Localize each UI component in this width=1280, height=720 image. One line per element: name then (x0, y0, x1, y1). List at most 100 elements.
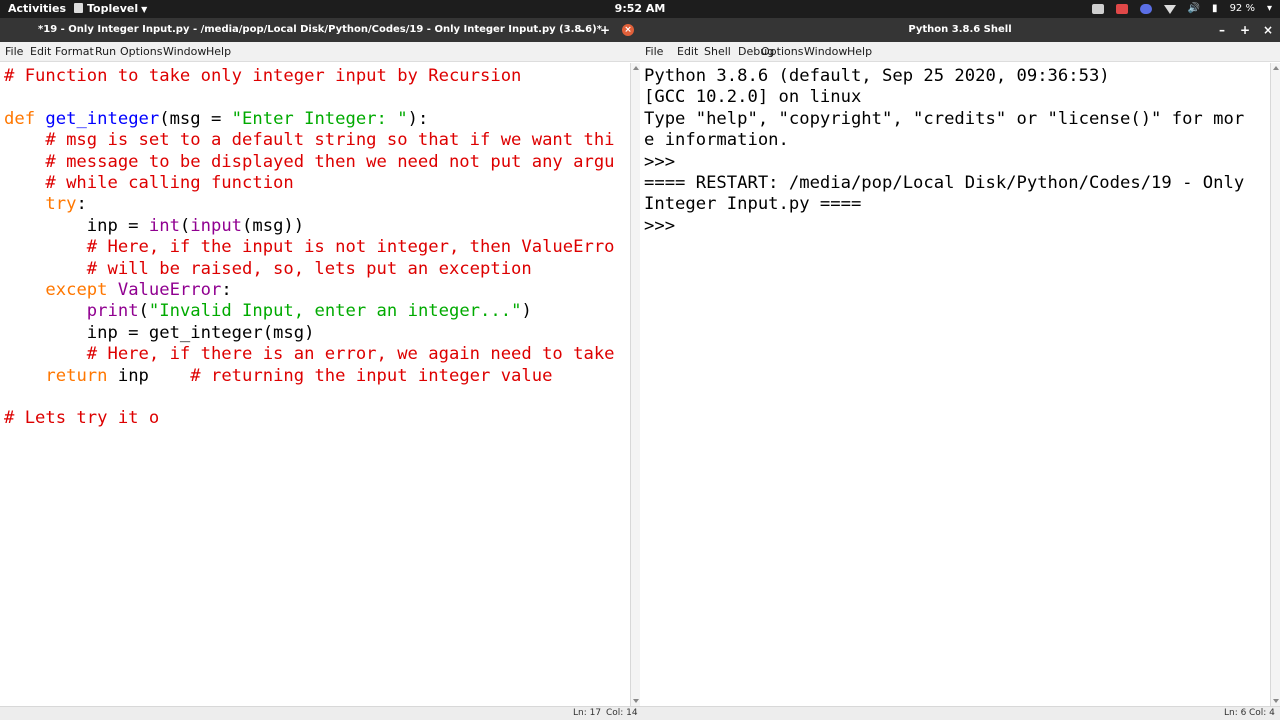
maximize-icon[interactable]: + (595, 18, 615, 42)
scroll-up-icon[interactable] (633, 66, 639, 70)
scroll-down-icon[interactable] (633, 699, 639, 703)
code-token: # returning the input integer value (190, 365, 553, 386)
close-icon[interactable]: × (1258, 18, 1278, 42)
clock[interactable]: 9:52 AM (0, 0, 1280, 18)
menu-file[interactable]: File (645, 42, 663, 62)
code-token: inp (117, 365, 191, 386)
code-line: return inp # returning the input integer… (4, 365, 552, 387)
code-line: # Here, if there is an error, we again n… (4, 343, 615, 365)
shell-title: Python 3.8.6 Shell (908, 24, 1012, 35)
editor-text-area[interactable]: # Function to take only integer input by… (0, 63, 630, 706)
code-token: ) (521, 301, 532, 322)
menu-shell[interactable]: Shell (704, 42, 731, 62)
code-line: Type "help", "copyright", "credits" or "… (644, 108, 1244, 130)
code-token: [GCC 10.2.0] on linux (644, 87, 862, 108)
menu-edit[interactable]: Edit (677, 42, 698, 62)
code-line: # while calling function (4, 172, 293, 194)
code-token: # Here, if the input is not integer, the… (4, 237, 615, 258)
shell-menubar: File Edit Shell Debug Options Window Help (640, 42, 1280, 62)
code-token: (msg)) (242, 215, 305, 236)
shell-text-area[interactable]: Python 3.8.6 (default, Sep 25 2020, 09:3… (640, 63, 1270, 706)
minimize-icon[interactable]: – (572, 18, 592, 42)
code-line: print("Invalid Input, enter an integer..… (4, 300, 532, 322)
code-token: try (45, 194, 77, 215)
extension-icon[interactable] (1139, 4, 1152, 14)
menu-window[interactable]: Window (804, 42, 847, 62)
code-line: >>> (644, 151, 685, 173)
code-token: # Function to take only integer input by… (4, 66, 522, 86)
battery-icon[interactable]: ▮ (1212, 0, 1218, 18)
shell-window: Python 3.8.6 Shell – + × File Edit Shell De… (640, 18, 1280, 720)
menu-window[interactable]: Window (163, 42, 206, 62)
menu-format[interactable]: Format (55, 42, 94, 62)
code-token: Integer Input.py ==== (644, 194, 862, 215)
code-token: inp = get_integer(msg) (4, 322, 315, 343)
code-line: >>> (644, 215, 685, 237)
code-token: # message to be displayed then we need n… (4, 151, 615, 172)
code-token: inp = (4, 215, 149, 236)
code-token: >>> (644, 151, 686, 172)
shell-titlebar[interactable]: Python 3.8.6 Shell – + × (640, 18, 1280, 42)
code-line: # Lets try it o (4, 407, 159, 429)
volume-icon[interactable]: 🔊 (1188, 0, 1200, 18)
code-token: input (190, 215, 243, 236)
screen-icon[interactable] (1091, 4, 1104, 14)
code-line: inp = get_integer(msg) (4, 322, 315, 344)
code-token: Python 3.8.6 (default, Sep 25 2020, 09:3… (644, 66, 1110, 86)
menu-run[interactable]: Run (95, 42, 116, 62)
code-token: ): (407, 108, 429, 129)
code-line: # Here, if the input is not integer, the… (4, 236, 615, 258)
code-token: ValueError (117, 280, 222, 300)
scroll-down-icon[interactable] (1273, 699, 1279, 703)
shell-scrollbar[interactable] (1270, 63, 1280, 706)
menu-file[interactable]: File (5, 42, 23, 62)
menu-help[interactable]: Help (847, 42, 872, 62)
code-token: (msg = (159, 108, 232, 129)
code-token: # msg is set to a default string so that… (4, 130, 615, 151)
code-token: print (86, 301, 139, 322)
menu-options[interactable]: Options (761, 42, 803, 62)
code-token: "Invalid Input, enter an integer..." (148, 301, 522, 322)
code-token: >>> (644, 215, 686, 236)
editor-title: *19 - Only Integer Input.py - /media/pop… (38, 24, 602, 35)
power-menu-icon[interactable]: ▾ (1267, 0, 1272, 18)
column-indicator: Col: 14 (606, 708, 638, 718)
line-indicator: Ln: 6 (1224, 708, 1247, 718)
recording-icon[interactable] (1115, 4, 1128, 14)
close-icon[interactable]: × (622, 24, 634, 36)
code-token: # Lets try it o (4, 408, 160, 429)
code-token: : (76, 194, 87, 215)
code-line: except ValueError: (4, 279, 232, 301)
line-indicator: Ln: 17 (573, 708, 602, 718)
scroll-up-icon[interactable] (1273, 66, 1279, 70)
code-line: Integer Input.py ==== (644, 193, 861, 215)
code-token: def (4, 108, 46, 129)
code-token: Type "help", "copyright", "credits" or "… (644, 108, 1245, 129)
code-token: int (148, 215, 180, 236)
code-token: ( (138, 301, 149, 322)
code-line: e information. (644, 129, 789, 151)
code-line: # msg is set to a default string so that… (4, 129, 615, 151)
code-line: ==== RESTART: /media/pop/Local Disk/Pyth… (644, 172, 1244, 194)
code-token: "Enter Integer: " (231, 108, 408, 129)
editor-scrollbar[interactable] (630, 63, 640, 706)
wifi-icon[interactable] (1163, 4, 1176, 14)
editor-titlebar[interactable]: *19 - Only Integer Input.py - /media/pop… (0, 18, 640, 42)
system-tray[interactable]: 🔊 ▮ 92 % ▾ (1091, 0, 1272, 18)
maximize-icon[interactable]: + (1235, 18, 1255, 42)
menu-edit[interactable]: Edit (30, 42, 51, 62)
code-token: : (221, 280, 232, 300)
code-line: # will be raised, so, lets put an except… (4, 258, 532, 280)
code-token: except (45, 280, 118, 300)
menu-options[interactable]: Options (120, 42, 162, 62)
code-token: # Here, if there is an error, we again n… (4, 344, 615, 365)
code-line: inp = int(input(msg)) (4, 215, 304, 237)
battery-percent: 92 % (1229, 3, 1255, 14)
menu-help[interactable]: Help (206, 42, 231, 62)
code-token: ==== RESTART: /media/pop/Local Disk/Pyth… (644, 173, 1245, 193)
minimize-icon[interactable]: – (1212, 18, 1232, 42)
code-line: try: (4, 193, 87, 215)
